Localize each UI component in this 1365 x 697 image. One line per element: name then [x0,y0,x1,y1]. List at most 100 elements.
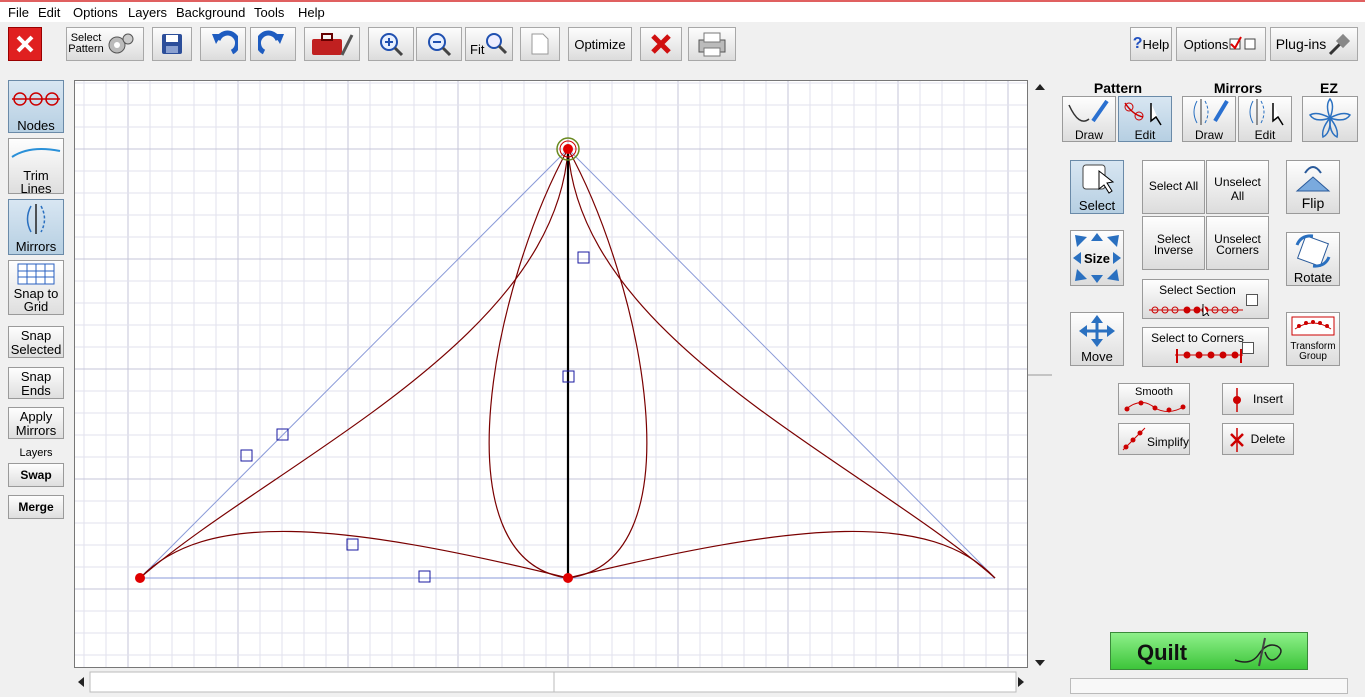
snap-ends-button[interactable]: Snap Ends [8,367,64,399]
scroll-up-arrow-icon [1035,84,1045,90]
quilt-button[interactable]: Quilt [1110,632,1308,670]
transform-group-button[interactable]: Transform Group [1286,312,1340,366]
move-button[interactable]: Move [1070,312,1124,366]
guide-line-right [567,148,996,579]
needle-thread-icon [1234,637,1282,667]
swap-button[interactable]: Swap [8,463,64,487]
undo-button[interactable] [200,27,246,61]
control-handle[interactable] [240,449,253,462]
rotate-button[interactable]: Rotate [1286,232,1340,286]
control-handles[interactable] [240,251,590,583]
vertical-scrollbar-graphic [1028,84,1052,666]
select-inverse-button[interactable]: Select Inverse [1142,216,1205,270]
control-handle[interactable] [577,251,590,264]
bottom-wave-left [139,530,569,579]
menu-layers[interactable]: Layers [128,5,167,20]
select-section-checkbox[interactable] [1246,294,1258,306]
toolbox-button[interactable] [304,27,360,61]
menu-edit[interactable]: Edit [38,5,60,20]
zoom-out-button[interactable] [416,27,462,61]
redo-button[interactable] [250,27,296,61]
vertical-scrollbar[interactable] [1028,80,1052,670]
close-pattern-button[interactable] [8,27,42,61]
help-label: Help [1142,36,1170,52]
optimize-button[interactable]: Optimize [568,27,632,61]
select-tool-button[interactable]: Select [1070,160,1124,214]
select-cursor-icon [1082,164,1115,194]
status-field [1070,678,1348,694]
ez-button[interactable] [1302,96,1358,142]
plugins-button[interactable]: Plug-ins [1270,27,1358,61]
size-label: Size [1083,251,1110,266]
mirrors-header: Mirrors [1213,80,1263,96]
snap-selected-label-2: Selected [10,342,62,357]
node-center[interactable] [563,573,573,583]
merge-button[interactable]: Merge [8,495,64,519]
menu-file[interactable]: File [8,5,29,20]
select-pattern-button[interactable]: Select Pattern [66,27,144,61]
menu-help[interactable]: Help [298,5,325,20]
zoom-in-button[interactable] [368,27,414,61]
menu-background[interactable]: Background [176,5,245,20]
bottom-wave-right [567,530,996,579]
delete-node-button[interactable]: Delete [1222,423,1294,455]
pattern-canvas[interactable] [74,80,1028,668]
snap-to-grid-button[interactable]: Snap to Grid [8,260,64,315]
section-nodes-icon [1149,304,1243,316]
scroll-right-arrow-icon [1018,677,1024,687]
pattern-draw-button[interactable]: Draw [1062,96,1116,142]
pattern-edit-button[interactable]: Edit [1118,96,1172,142]
pencil-draw-icon [1068,99,1109,123]
size-button[interactable]: Size [1070,230,1124,286]
zoom-fit-button[interactable]: Fit [465,27,513,61]
options-button[interactable]: Options [1176,27,1266,61]
apply-mirrors-button[interactable]: Apply Mirrors [8,407,64,439]
grid-lines [75,81,1027,667]
control-handle[interactable] [418,570,431,583]
move-label: Move [1081,349,1113,364]
plugins-label: Plug-ins [1275,36,1327,52]
mirrors-draw-button[interactable]: Draw [1182,96,1236,142]
snap-ends-label-2: Ends [21,383,51,398]
mirrors-draw-label: Draw [1194,128,1223,142]
node-left[interactable] [135,573,145,583]
canvas-drawing[interactable] [75,81,1027,667]
flip-button[interactable]: Flip [1286,160,1340,214]
insert-button[interactable]: Insert [1222,383,1294,415]
printer-icon [698,32,726,57]
delete-pattern-button[interactable] [640,27,682,61]
unselect-all-button[interactable]: Unselect All [1206,160,1269,214]
help-button[interactable]: ? Help [1130,27,1172,61]
horizontal-scrollbar[interactable] [74,670,1028,694]
node-top[interactable] [563,144,573,154]
question-icon: ? [1132,35,1143,52]
unselect-corners-label-2: Corners [1216,243,1259,257]
select-pattern-label-2: Pattern [68,43,104,55]
unselect-corners-button[interactable]: Unselect Corners [1206,216,1269,270]
select-section-label: Select Section [1159,283,1236,297]
save-button[interactable] [152,27,192,61]
print-button[interactable] [688,27,736,61]
menu-tools[interactable]: Tools [254,5,284,20]
select-to-corners-button[interactable]: Select to Corners [1142,327,1269,367]
smooth-button[interactable]: Smooth [1118,383,1190,415]
checkbox-icons [1229,36,1256,50]
select-all-button[interactable]: Select All [1142,160,1205,214]
menu-options[interactable]: Options [73,5,118,20]
new-page-button[interactable] [520,27,560,61]
select-section-button[interactable]: Select Section [1142,279,1269,319]
mirrors-edit-button[interactable]: Edit [1238,96,1292,142]
snap-selected-button[interactable]: Snap Selected [8,326,64,358]
insert-label: Insert [1252,392,1283,406]
select-inverse-label-2: Inverse [1153,243,1194,257]
mirror-icon [26,204,46,234]
mirrors-button[interactable]: Mirrors [8,199,64,255]
mirrors-label: Mirrors [15,239,57,254]
trim-lines-button[interactable]: Trim Lines [8,138,64,195]
plug-icon [1329,33,1351,56]
ez-header: EZ [1320,80,1338,96]
simplify-button[interactable]: Simplify [1118,423,1190,455]
nodes-button[interactable]: Nodes [8,80,64,133]
simplify-label: Simplify [1146,435,1189,449]
snap-selected-label-1: Snap [20,328,52,343]
